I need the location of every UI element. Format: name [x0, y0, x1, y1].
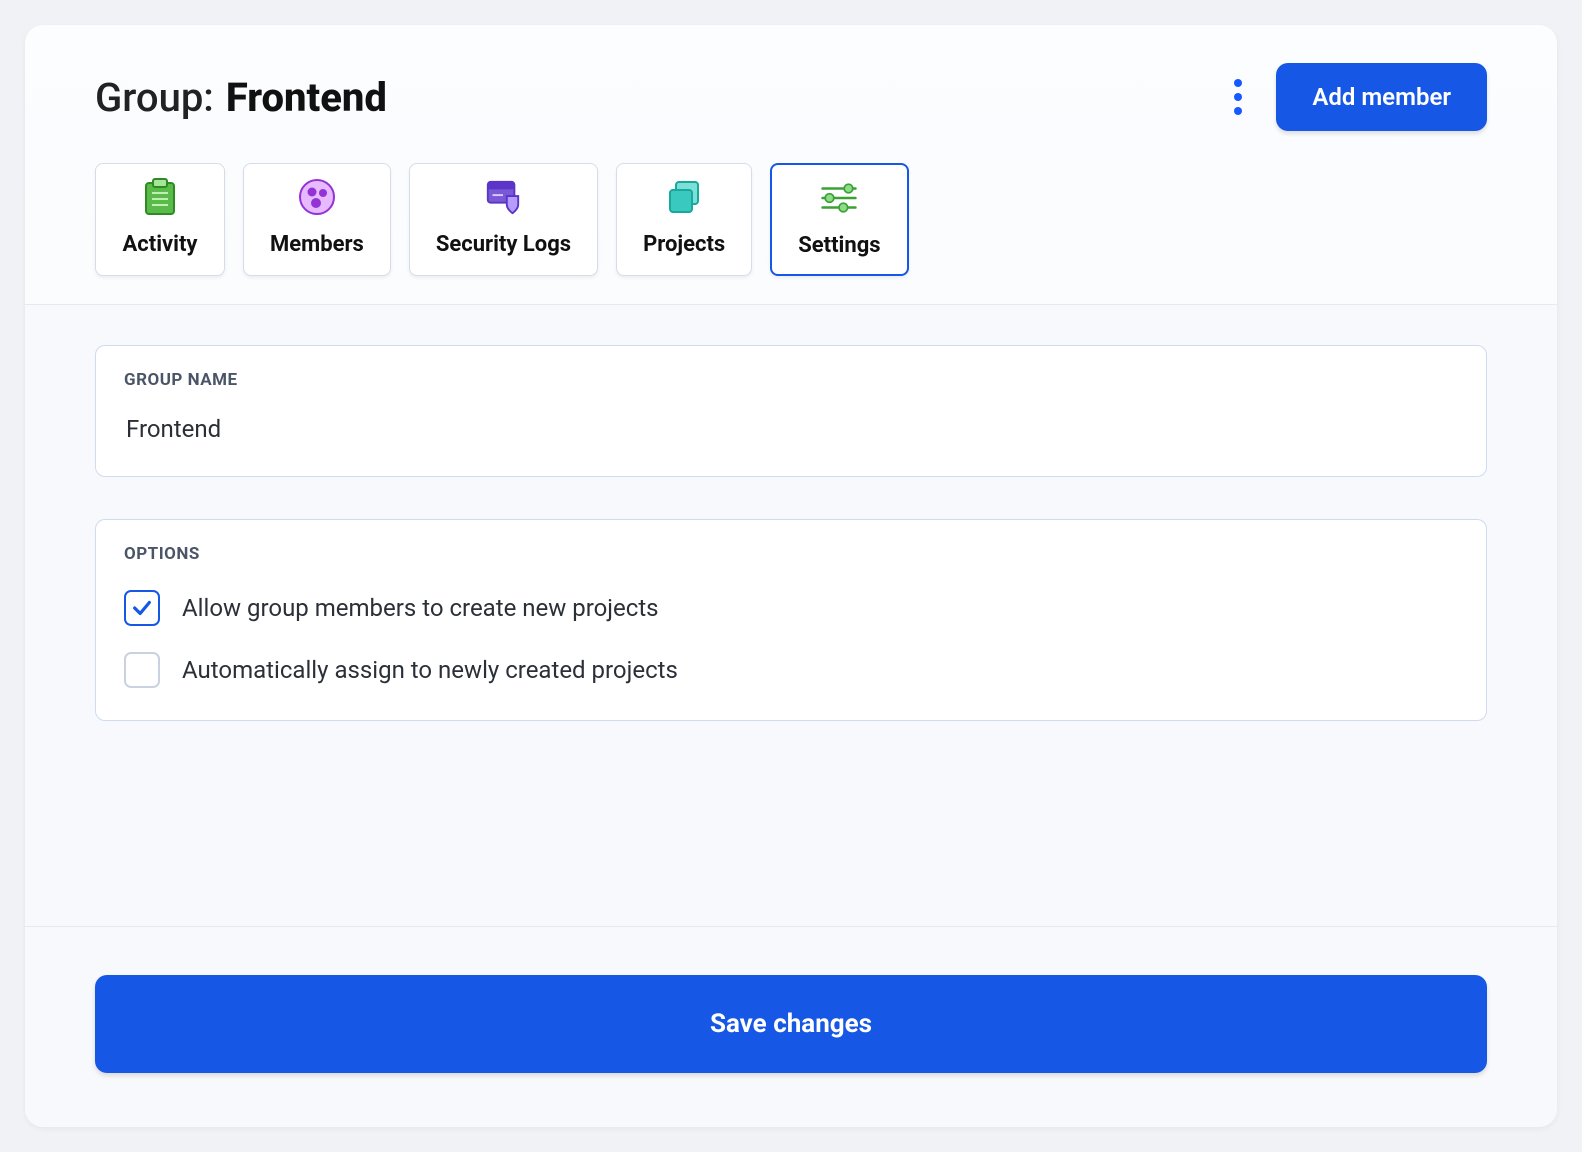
- save-changes-button[interactable]: Save changes: [95, 975, 1487, 1073]
- footer: Save changes: [25, 926, 1557, 1127]
- clipboard-icon: [141, 178, 179, 216]
- tab-projects[interactable]: Projects: [616, 163, 752, 276]
- add-member-button[interactable]: Add member: [1276, 63, 1487, 131]
- settings-panel: GROUP NAME OPTIONS Allow group members t…: [25, 305, 1557, 926]
- dot-icon: [1234, 93, 1242, 101]
- option-checkbox-allow-create[interactable]: [124, 590, 160, 626]
- header-actions: Add member: [1228, 63, 1487, 131]
- option-row: Allow group members to create new projec…: [124, 590, 1458, 626]
- tab-label: Settings: [798, 233, 880, 258]
- tab-settings[interactable]: Settings: [770, 163, 908, 276]
- tab-label: Activity: [123, 232, 198, 257]
- dot-icon: [1234, 79, 1242, 87]
- options-label: OPTIONS: [124, 544, 1458, 564]
- page-header: Group: Frontend Add member: [25, 25, 1557, 131]
- app-window: Group: Frontend Add member: [25, 25, 1557, 1127]
- folders-icon: [665, 178, 703, 216]
- tab-members[interactable]: Members: [243, 163, 391, 276]
- page-title-prefix: Group:: [95, 74, 214, 121]
- dot-icon: [1234, 107, 1242, 115]
- tab-security-logs[interactable]: Security Logs: [409, 163, 598, 276]
- tab-label: Security Logs: [436, 232, 571, 257]
- people-icon: [298, 178, 336, 216]
- group-name-label: GROUP NAME: [124, 370, 1458, 390]
- more-actions-button[interactable]: [1228, 73, 1248, 121]
- check-icon: [131, 597, 153, 619]
- option-label: Automatically assign to newly created pr…: [182, 656, 678, 684]
- group-name-input[interactable]: [124, 414, 1458, 444]
- page-title-name: Frontend: [226, 74, 387, 121]
- sliders-icon: [820, 179, 858, 217]
- tab-activity[interactable]: Activity: [95, 163, 225, 276]
- tab-label: Members: [270, 232, 364, 257]
- tabs: Activity Members: [25, 131, 1557, 305]
- option-label: Allow group members to create new projec…: [182, 594, 659, 622]
- group-name-card: GROUP NAME: [95, 345, 1487, 477]
- tab-label: Projects: [643, 232, 725, 257]
- option-row: Automatically assign to newly created pr…: [124, 652, 1458, 688]
- options-card: OPTIONS Allow group members to create ne…: [95, 519, 1487, 721]
- shield-icon: [484, 178, 522, 216]
- option-checkbox-auto-assign[interactable]: [124, 652, 160, 688]
